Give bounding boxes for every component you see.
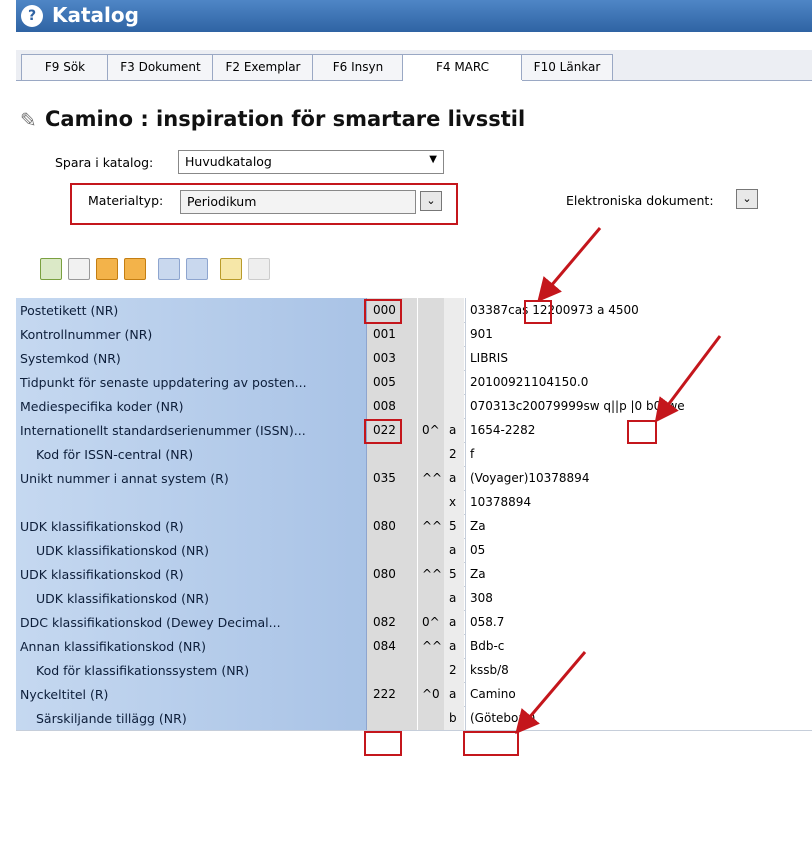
arrow-cas xyxy=(537,227,602,303)
arrow-p xyxy=(654,335,722,423)
arrow-bdbc xyxy=(515,651,587,735)
annotation-arrows xyxy=(515,227,722,735)
